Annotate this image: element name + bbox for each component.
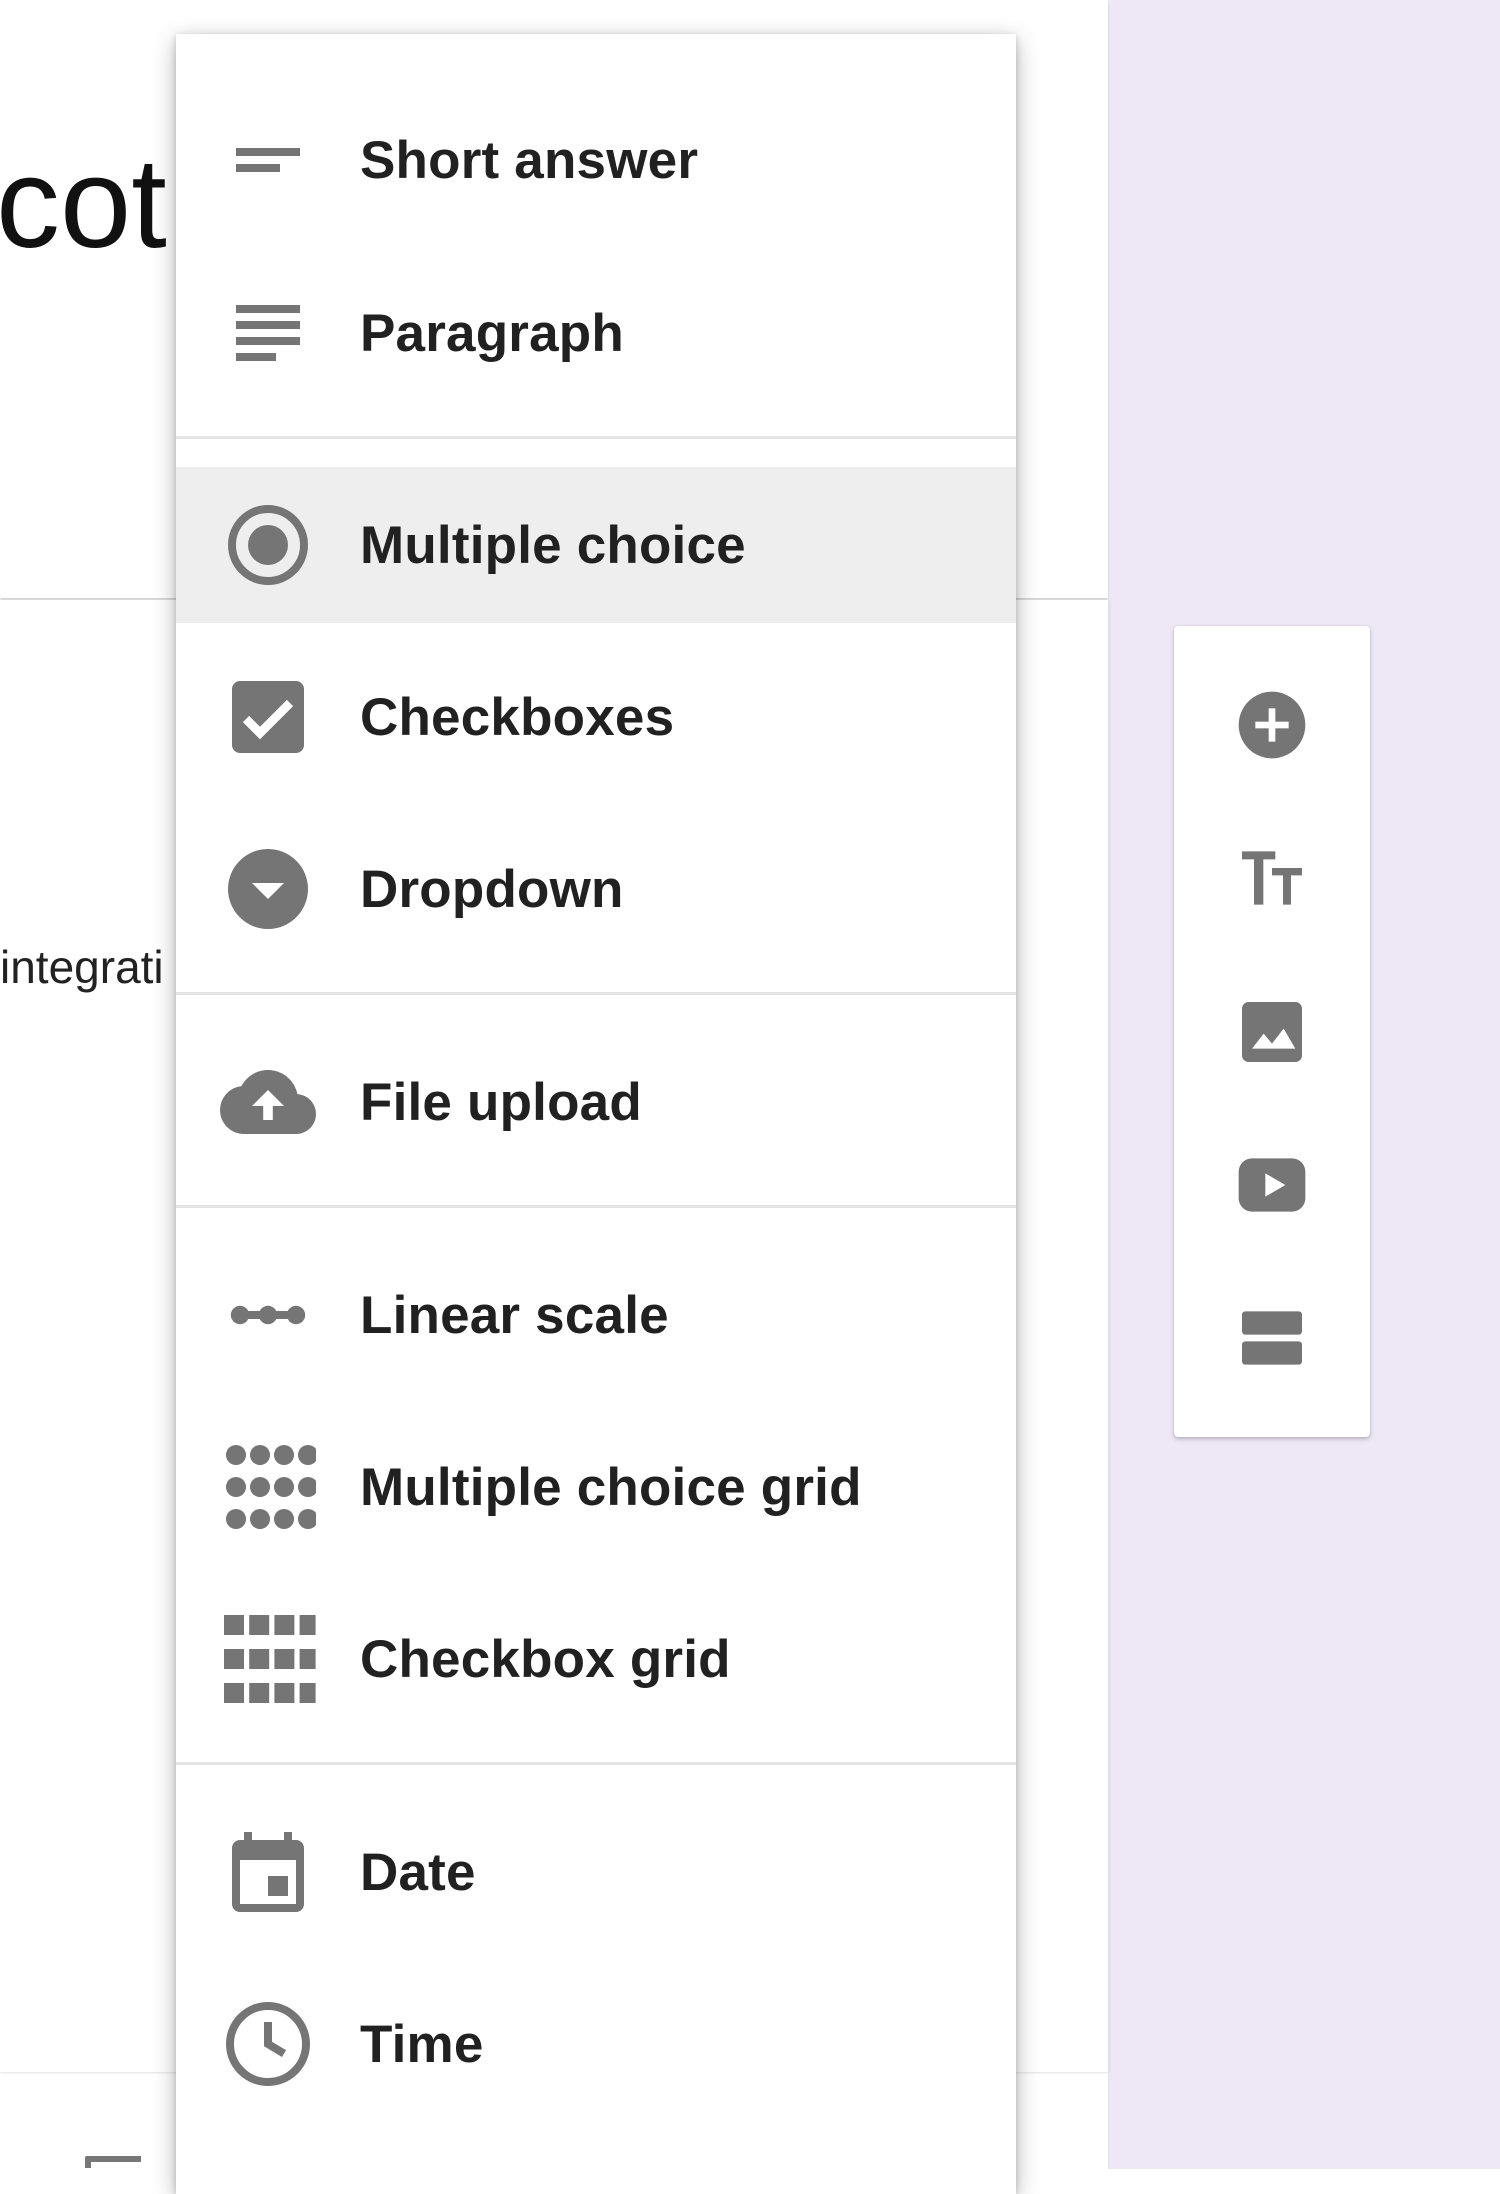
add-question-button[interactable] <box>1224 677 1320 773</box>
menu-item-label: File upload <box>360 1072 642 1132</box>
menu-divider <box>176 436 1016 439</box>
footer-icon <box>85 2156 141 2168</box>
menu-item-label: Dropdown <box>360 859 624 919</box>
add-image-button[interactable] <box>1224 984 1320 1080</box>
menu-item-label: Time <box>360 2014 484 2074</box>
menu-item-label: Checkboxes <box>360 687 675 747</box>
add-section-icon <box>1242 1311 1302 1365</box>
menu-item-label: Multiple choice <box>360 515 746 575</box>
menu-item-multiple-choice-grid[interactable]: Multiple choice grid <box>176 1409 1016 1565</box>
clock-icon <box>218 1994 318 2094</box>
menu-item-dropdown[interactable]: Dropdown <box>176 811 1016 967</box>
menu-item-checkbox-grid[interactable]: Checkbox grid <box>176 1581 1016 1737</box>
menu-item-checkboxes[interactable]: Checkboxes <box>176 639 1016 795</box>
add-image-icon <box>1242 1002 1302 1062</box>
menu-item-linear-scale[interactable]: Linear scale <box>176 1237 1016 1393</box>
menu-item-multiple-choice[interactable]: Multiple choice <box>176 467 1016 623</box>
menu-item-label: Checkbox grid <box>360 1629 731 1689</box>
menu-item-short-answer[interactable]: Short answer <box>176 82 1016 238</box>
add-video-icon <box>1238 1158 1306 1212</box>
add-video-button[interactable] <box>1224 1137 1320 1233</box>
add-question-icon <box>1238 691 1306 759</box>
paragraph-icon <box>218 283 318 383</box>
calendar-icon <box>218 1822 318 1922</box>
squares-grid-icon <box>218 1609 318 1709</box>
menu-divider <box>176 1205 1016 1208</box>
menu-divider <box>176 1762 1016 1765</box>
add-title-button[interactable] <box>1224 830 1320 926</box>
short-answer-icon <box>218 110 318 210</box>
checkbox-icon <box>218 667 318 767</box>
menu-item-label: Multiple choice grid <box>360 1457 862 1517</box>
menu-item-label: Paragraph <box>360 303 624 363</box>
menu-item-label: Date <box>360 1842 476 1902</box>
form-title-fragment[interactable]: cot <box>0 140 167 268</box>
menu-divider <box>176 992 1016 995</box>
menu-item-date[interactable]: Date <box>176 1794 1016 1950</box>
question-type-menu: Short answer Paragraph Multiple choice C… <box>176 34 1016 2194</box>
menu-item-file-upload[interactable]: File upload <box>176 1024 1016 1180</box>
menu-item-label: Linear scale <box>360 1285 669 1345</box>
radio-button-icon <box>218 495 318 595</box>
question-text-fragment[interactable]: integrati <box>0 944 164 990</box>
menu-item-label: Short answer <box>360 130 699 190</box>
dots-grid-icon <box>218 1437 318 1537</box>
floating-toolbar <box>1174 626 1370 1437</box>
menu-item-time[interactable]: Time <box>176 1966 1016 2122</box>
dropdown-circle-icon <box>218 839 318 939</box>
add-section-button[interactable] <box>1224 1290 1320 1386</box>
linear-scale-icon <box>218 1265 318 1365</box>
cloud-upload-icon <box>218 1052 318 1152</box>
add-title-icon <box>1242 851 1302 905</box>
menu-item-paragraph[interactable]: Paragraph <box>176 255 1016 411</box>
